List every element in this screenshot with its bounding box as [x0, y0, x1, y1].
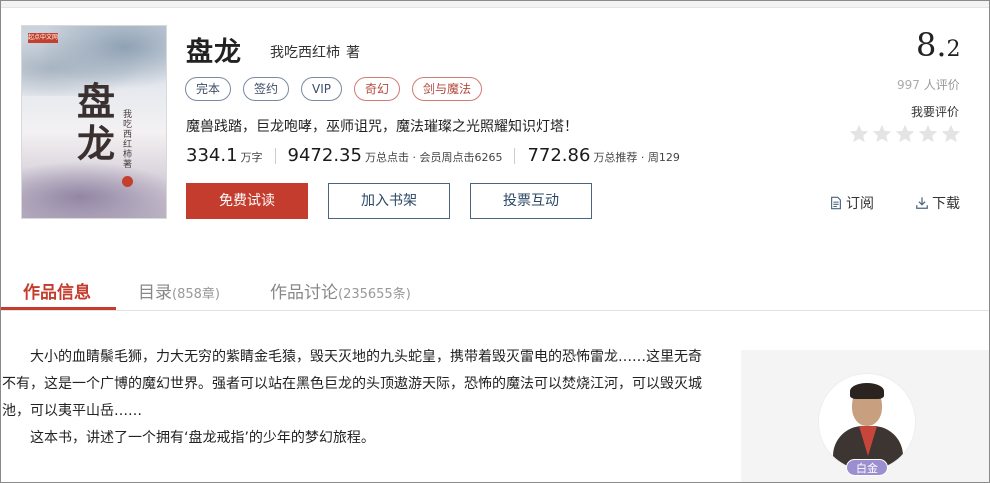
download-label: 下载	[932, 196, 960, 212]
click-count-unit: 万总点击 · 会员周点击6265	[364, 151, 503, 164]
star-icon[interactable]	[894, 123, 916, 145]
star-icon[interactable]	[848, 123, 870, 145]
cover-author: 我吃西红柿著	[123, 110, 133, 170]
rating-count: 997 人评价	[897, 76, 960, 93]
tag-vip: VIP	[301, 77, 343, 101]
star-icon[interactable]	[871, 123, 893, 145]
book-title: 盘龙	[186, 37, 242, 68]
stat-divider	[514, 148, 516, 164]
word-count-unit: 万字	[240, 151, 263, 164]
author-level-badge: 白金	[846, 459, 888, 476]
book-description: 大小的血睛鬃毛狮，力大无穷的紫睛金毛猿，毁天灭地的九头蛇皇，携带着毁灭雷电的恐怖…	[2, 344, 706, 452]
vote-button[interactable]: 投票互动	[470, 183, 592, 219]
author-suffix: 著	[346, 45, 360, 61]
description-line: 池，可以夷平山岳……	[2, 403, 142, 419]
word-count: 334.1	[186, 145, 238, 166]
my-rating-label: 我要评价	[911, 105, 960, 119]
description-line: 这本书，讲述了一个拥有‘盘龙戒指’的少年的梦幻旅程。	[30, 430, 375, 446]
add-to-shelf-button[interactable]: 加入书架	[328, 183, 450, 219]
tag-status: 完本	[185, 77, 232, 101]
author-avatar[interactable]	[818, 373, 916, 471]
tab-label: 目录	[138, 283, 172, 303]
tag-subcategory[interactable]: 剑与魔法	[412, 77, 483, 101]
stat-divider	[274, 148, 276, 164]
book-cover[interactable]: 起点中文网 盘龙 我吃西红柿著	[21, 25, 167, 219]
tab-book-info[interactable]: 作品信息	[23, 278, 91, 303]
tab-label: 作品讨论	[270, 283, 338, 303]
cover-publisher-badge: 起点中文网	[28, 33, 59, 43]
rating-count-suffix: 人评价	[923, 78, 960, 92]
rating-score-int: 8.	[916, 26, 947, 64]
avatar-hair	[850, 383, 884, 399]
cover-mist	[22, 161, 166, 218]
tab-discussion[interactable]: 作品讨论(235655条)	[270, 278, 411, 303]
tab-count: (235655条)	[338, 287, 411, 302]
author-link[interactable]: 我吃西红柿	[270, 42, 340, 62]
cover-seal	[122, 176, 133, 187]
rating-score-dec: 2	[946, 37, 961, 62]
rating-score: 8.2	[916, 26, 961, 64]
cover-title: 盘龙	[76, 79, 115, 166]
description-line: 不有，这是一个广博的魔幻世界。强者可以站在黑色巨龙的头顶遨游天际，恐怖的魔法可以…	[2, 376, 702, 392]
book-intro: 魔兽践踏，巨龙咆哮，巫师诅咒，魔法璀璨之光照耀知识灯塔！	[186, 119, 578, 135]
subscribe-link[interactable]: 订阅	[829, 193, 874, 213]
star-icon[interactable]	[940, 123, 962, 145]
free-read-button[interactable]: 免费试读	[186, 183, 308, 219]
tag-list: 完本 签约 VIP 奇幻 剑与魔法	[185, 77, 483, 101]
book-stats: 334.1 万字 9472.35 万总点击 · 会员周点击6265 772.86…	[186, 145, 680, 167]
download-link[interactable]: 下载	[915, 193, 960, 213]
recommend-count: 772.86	[527, 145, 591, 166]
download-icon	[915, 196, 929, 210]
subscribe-label: 订阅	[846, 196, 874, 212]
description-line: 大小的血睛鬃毛狮，力大无穷的紫睛金毛猿，毁天灭地的九头蛇皇，携带着毁灭雷电的恐怖…	[30, 349, 702, 365]
tab-label: 作品信息	[23, 283, 91, 303]
tabs-divider	[1, 310, 989, 311]
tab-count: (858章)	[172, 287, 220, 302]
rating-count-number: 997	[897, 78, 920, 92]
tab-catalog[interactable]: 目录(858章)	[138, 278, 220, 303]
document-icon	[829, 196, 843, 210]
tag-signed: 签约	[243, 77, 290, 101]
rating-stars	[848, 123, 962, 145]
click-count: 9472.35	[287, 145, 362, 166]
tag-category[interactable]: 奇幻	[354, 77, 401, 101]
star-icon[interactable]	[917, 123, 939, 145]
recommend-count-unit: 万总推荐 · 周129	[593, 151, 680, 164]
top-bar	[1, 1, 989, 8]
active-tab-indicator	[1, 307, 116, 310]
